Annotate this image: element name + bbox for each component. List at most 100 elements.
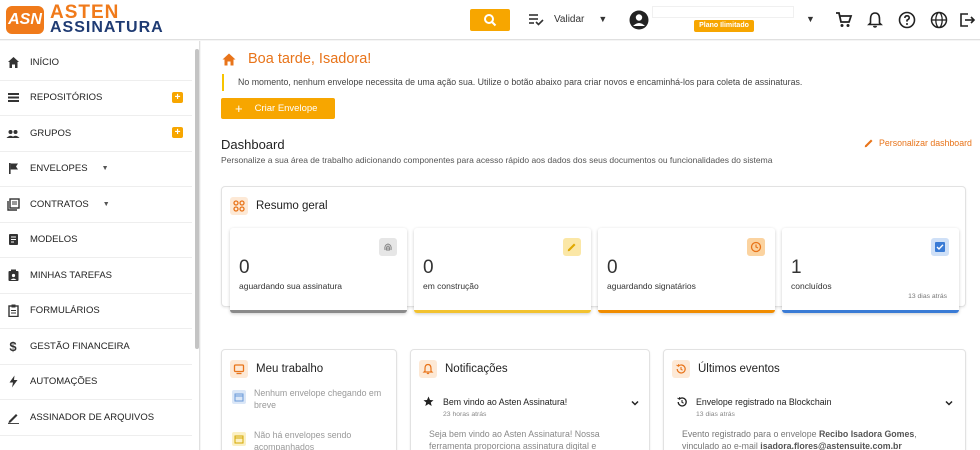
add-repository-button[interactable]: + [172,91,183,103]
search-icon [484,14,497,27]
summary-card: Resumo geral 0 aguardando sua assinatura… [221,186,966,313]
sidebar-item-contratos[interactable]: CONTRATOS ▼ [0,187,192,223]
app-logo[interactable]: ASN ASTEN ASSINATURA [6,3,171,36]
stat-value: 1 [791,257,802,278]
validate-menu[interactable]: Validar ▼ [528,12,607,26]
logout-icon[interactable] [958,11,976,29]
summary-card-title: Resumo geral [256,200,328,212]
stat-label: aguardando signatários [607,281,696,291]
sidebar-item-label: FORMULÁRIOS [30,305,100,317]
my-work-card-header: Meu trabalho [230,360,323,378]
stat-label: concluídos [791,281,832,291]
sidebar-item-label: GRUPOS [30,127,72,139]
fingerprint-icon [379,238,397,256]
stat-color-bar [414,310,591,313]
sidebar-item-repositorios[interactable]: REPOSITÓRIOS + [0,81,192,116]
sidebar-item-grupos[interactable]: GRUPOS + [0,116,192,152]
sidebar-item-minhas-tarefas[interactable]: MINHAS TAREFAS [0,258,192,294]
stat-updated-time: 13 dias atrás [908,293,947,300]
user-avatar-icon[interactable] [629,10,649,30]
library-icon [6,197,20,211]
event-body-text: vinculado ao e-mail [682,441,761,450]
history-icon [677,397,687,407]
sidebar-item-label: GESTÃO FINANCEIRA [30,340,130,352]
calendar-check-icon [232,432,246,450]
latest-events-card-header: Últimos eventos [672,360,780,378]
plus-icon: + [235,101,243,116]
clipboard-icon [6,304,20,318]
sidebar-item-modelos[interactable]: MODELOS [0,223,192,258]
plan-badge: Plano Ilimitado [694,20,754,32]
notification-body-line: ferramenta proporciona assinatura digita… [429,441,597,450]
bell-icon[interactable] [866,11,884,29]
latest-events-title: Últimos eventos [698,363,780,375]
cart-icon[interactable] [835,11,853,29]
summary-card-header: Resumo geral [230,197,328,215]
sidebar-item-gestao-financeira[interactable]: $ GESTÃO FINANCEIRA [0,329,192,365]
chevron-down-icon: ▼ [101,165,109,173]
language-globe-icon[interactable] [930,11,948,29]
stat-value: 0 [607,257,618,278]
history-icon [672,360,690,378]
my-work-title: Meu trabalho [256,363,324,375]
sidebar-item-label: MODELOS [30,234,78,246]
greeting-row: Boa tarde, Isadora! [222,51,371,67]
sidebar-item-assinador-de-arquivos[interactable]: ASSINADOR DE ARQUIVOS [0,400,192,436]
create-envelope-label: Criar Envelope [254,103,318,114]
chevron-down-icon: ▼ [102,200,110,208]
sidebar-item-label: INÍCIO [30,56,60,68]
sidebar-item-inicio[interactable]: INÍCIO [0,45,192,81]
notification-body: Seja bem vindo ao Asten Assinatura! Noss… [429,428,644,450]
sidebar-item-label: MINHAS TAREFAS [30,269,112,281]
stat-value: 0 [423,257,434,278]
stat-in-construction[interactable]: 0 em construção [414,228,591,313]
stat-completed[interactable]: 1 concluídos 13 dias atrás [782,228,959,313]
pen-icon [6,410,20,424]
flag-icon [6,162,20,176]
sidebar-item-envelopes[interactable]: ENVELOPES ▼ [0,152,192,187]
event-body: Evento registrado para o envelope Recibo… [682,428,962,450]
pencil-icon [864,139,873,148]
notification-body-line: Seja bem vindo ao Asten Assinatura! Noss… [429,429,600,439]
notifications-card: Notificações Bem vindo ao Asten Assinatu… [410,349,650,450]
my-work-item: Nenhum envelope chegando em breve [232,387,381,411]
event-body-text: Evento registrado para o envelope [682,429,819,439]
sidebar-item-formularios[interactable]: FORMULÁRIOS [0,294,192,329]
expand-chevron-icon[interactable] [630,395,640,413]
create-envelope-button[interactable]: + Criar Envelope [221,98,335,119]
event-envelope-name: Recibo Isadora Gomes [818,429,915,439]
event-email: isadora.flores@astensuite.com.br [760,441,902,450]
dollar-icon: $ [9,338,17,354]
group-icon [6,126,20,140]
sidebar-item-automacoes[interactable]: AUTOMAÇÕES [0,365,192,400]
stat-awaiting-your-signature[interactable]: 0 aguardando sua assinatura [230,228,407,313]
stat-label: em construção [423,281,479,291]
pencil-icon [563,238,581,256]
logo-text-assinatura: ASSINATURA [50,19,164,36]
notifications-card-header: Notificações [419,360,508,378]
add-group-button[interactable]: + [172,127,183,138]
search-button[interactable] [470,9,510,31]
checkbox-icon [931,238,949,256]
dashboard-subtitle: Personalize a sua área de trabalho adici… [221,155,773,165]
stat-value: 0 [239,257,250,278]
clock-icon [747,238,765,256]
event-time: 13 dias atrás [696,411,735,418]
help-icon[interactable] [898,11,916,29]
notification-title: Bem vindo ao Asten Assinatura! [443,397,568,407]
monitor-icon [230,360,248,378]
info-notice: No momento, nenhum envelope necessita de… [222,74,802,91]
stat-label: aguardando sua assinatura [239,281,343,291]
greeting-title: Boa tarde, Isadora! [248,51,372,67]
top-bar: ASN ASTEN ASSINATURA Validar ▼ Plano Ili… [0,0,980,40]
user-menu-chevron-icon[interactable]: ▼ [806,14,815,24]
event-body-line: Evento registrado para o envelope Recibo… [682,428,962,440]
my-work-line: Nenhum envelope chegando em [254,388,382,398]
personalize-dashboard-link[interactable]: Personalizar dashboard [864,138,972,148]
personalize-dashboard-label: Personalizar dashboard [879,138,972,148]
sidebar-item-label: ENVELOPES [30,163,88,175]
sidebar-scrollbar[interactable] [195,49,199,349]
event-body-text: , [914,429,917,439]
expand-chevron-icon[interactable] [944,395,954,413]
stat-awaiting-signatories[interactable]: 0 aguardando signatários [598,228,775,313]
